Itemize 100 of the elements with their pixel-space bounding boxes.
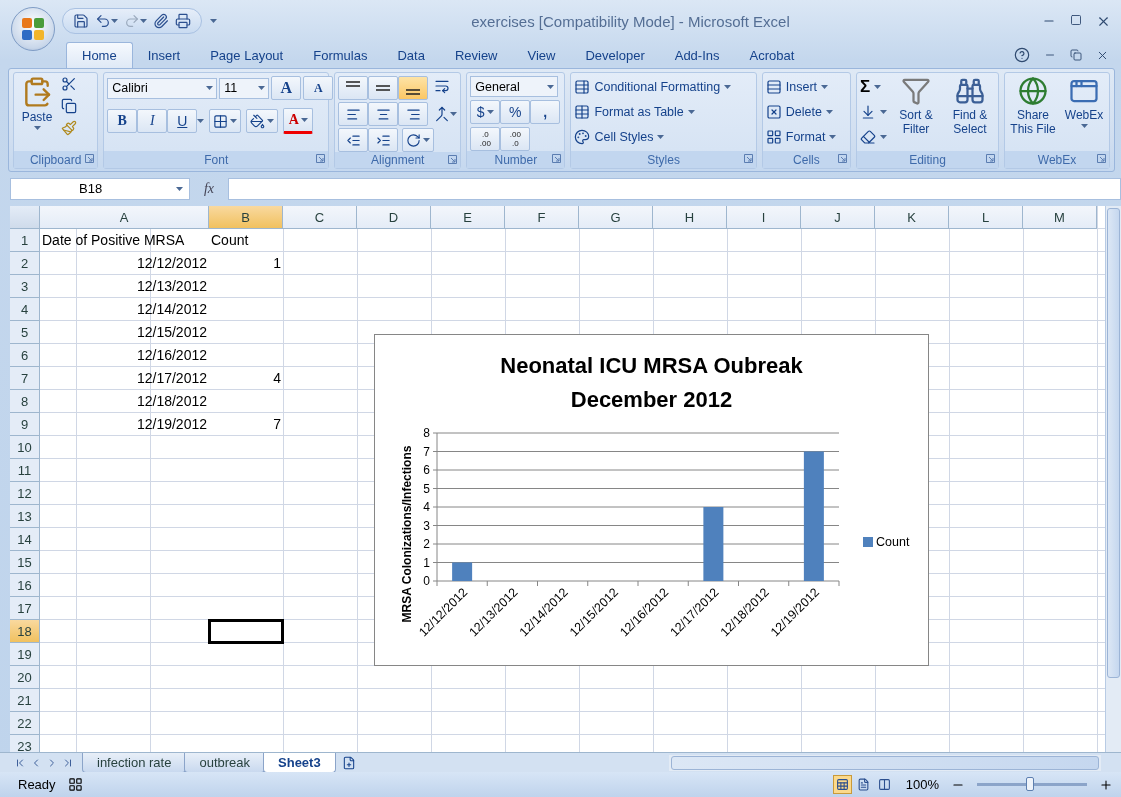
row-header[interactable]: 16 (10, 574, 40, 597)
zoom-level[interactable]: 100% (905, 777, 939, 792)
font-name-field[interactable]: Calibri (107, 77, 218, 99)
paperclip-icon[interactable] (153, 13, 169, 29)
ribbon-tab[interactable]: Page Layout (195, 43, 299, 68)
cells-button[interactable]: Format (765, 126, 837, 148)
row-header[interactable]: 23 (10, 735, 40, 752)
name-box[interactable]: B18 (10, 177, 190, 200)
decrease-indent-button[interactable] (338, 128, 369, 152)
column-header[interactable]: K (875, 206, 949, 229)
bold-button[interactable]: B (107, 109, 138, 133)
row-header[interactable]: 15 (10, 551, 40, 574)
last-sheet-icon[interactable] (62, 756, 74, 769)
comma-button[interactable]: , (530, 100, 561, 124)
cells-button[interactable]: Delete (765, 101, 837, 123)
vertical-align-button[interactable] (398, 76, 429, 100)
zoom-in-icon[interactable] (1099, 777, 1113, 792)
row-header[interactable]: 1 (10, 229, 40, 252)
italic-button[interactable]: I (137, 109, 168, 133)
merge-icon[interactable] (434, 106, 451, 122)
scroll-thumb[interactable] (1107, 208, 1120, 678)
undo-icon[interactable] (95, 13, 111, 29)
wrap-text-icon[interactable] (434, 78, 451, 94)
maximize-icon[interactable] (1070, 13, 1082, 26)
sheet-tab[interactable]: outbreak (184, 752, 266, 773)
sheet-tab[interactable]: Sheet3 (263, 752, 336, 773)
vertical-scrollbar[interactable] (1105, 206, 1121, 752)
row-header[interactable]: 11 (10, 459, 40, 482)
row-header[interactable]: 21 (10, 689, 40, 712)
ribbon-tab[interactable]: Insert (132, 43, 196, 68)
sort-filter-button[interactable]: Sort & Filter (891, 76, 941, 136)
row-header[interactable]: 7 (10, 367, 40, 390)
align-right-button[interactable] (398, 102, 429, 126)
styles-button[interactable]: Conditional Formatting (574, 76, 732, 98)
row-header[interactable]: 3 (10, 275, 40, 298)
row-header[interactable]: 19 (10, 643, 40, 666)
row-header[interactable]: 22 (10, 712, 40, 735)
ribbon-tab[interactable]: Review (439, 43, 513, 68)
fill-color-button[interactable] (246, 109, 279, 133)
dialog-launcher-icon[interactable] (85, 154, 95, 163)
ribbon-tab[interactable]: Formulas (298, 43, 383, 68)
printer-icon[interactable] (175, 13, 191, 29)
row-header[interactable]: 20 (10, 666, 40, 689)
number-format-field[interactable]: General (470, 76, 559, 97)
paste-button[interactable]: Paste (17, 76, 57, 130)
column-header[interactable]: E (431, 206, 505, 229)
insert-function-button[interactable]: fx (194, 180, 224, 197)
ribbon-tab[interactable]: Acrobat (734, 43, 810, 68)
vertical-align-button[interactable] (368, 76, 399, 100)
column-header[interactable]: J (801, 206, 875, 229)
percent-button[interactable]: % (500, 100, 531, 124)
ribbon-tab[interactable]: Home (66, 42, 133, 68)
sheet-tab[interactable]: infection rate (82, 752, 187, 773)
find-select-button[interactable]: Find & Select (945, 76, 995, 136)
ribbon-tab[interactable]: View (512, 43, 571, 68)
column-header[interactable]: A (40, 206, 209, 229)
column-header[interactable]: G (579, 206, 653, 229)
row-header[interactable]: 5 (10, 321, 40, 344)
first-sheet-icon[interactable] (14, 756, 26, 769)
row-header[interactable]: 6 (10, 344, 40, 367)
shrink-font-button[interactable]: A (303, 76, 334, 100)
row-header[interactable]: 9 (10, 413, 40, 436)
column-header[interactable]: D (357, 206, 431, 229)
zoom-slider-thumb[interactable] (1025, 777, 1034, 791)
column-header[interactable]: F (505, 206, 579, 229)
row-header[interactable]: 12 (10, 482, 40, 505)
styles-button[interactable]: Cell Styles (574, 126, 732, 148)
borders-button[interactable] (209, 109, 242, 133)
formula-input[interactable] (228, 177, 1121, 200)
decrease-decimal-button[interactable]: .00 .0 (500, 127, 531, 151)
currency-button[interactable]: $ (470, 100, 501, 124)
align-left-button[interactable] (338, 102, 369, 126)
font-color-button[interactable]: A (283, 108, 314, 134)
row-header[interactable]: 17 (10, 597, 40, 620)
copy-icon[interactable] (61, 98, 77, 114)
webex-button[interactable]: WebEx (1062, 76, 1106, 128)
row-header[interactable]: 4 (10, 298, 40, 321)
paintbrush-icon[interactable] (61, 120, 77, 136)
dialog-launcher-icon[interactable] (316, 154, 326, 163)
save-icon[interactable] (73, 13, 89, 29)
increase-indent-button[interactable] (368, 128, 399, 152)
orientation-button[interactable] (402, 128, 435, 152)
column-header[interactable]: I (727, 206, 801, 229)
ribbon-tab[interactable]: Developer (570, 43, 660, 68)
row-header[interactable]: 18 (10, 620, 40, 643)
row-header[interactable]: 8 (10, 390, 40, 413)
underline-button[interactable]: U (167, 109, 198, 133)
column-header[interactable]: L (949, 206, 1023, 229)
row-header[interactable]: 13 (10, 505, 40, 528)
dialog-launcher-icon[interactable] (552, 154, 562, 163)
cells-button[interactable]: Insert (765, 76, 837, 98)
view-button[interactable] (832, 775, 852, 794)
font-size-field[interactable]: 11 (219, 77, 270, 99)
column-header[interactable]: M (1023, 206, 1097, 229)
increase-decimal-button[interactable]: .0 .00 (470, 127, 501, 151)
office-button[interactable] (11, 7, 55, 51)
ribbon-tab[interactable]: Add-Ins (659, 43, 735, 68)
dialog-launcher-icon[interactable] (986, 154, 995, 163)
grow-font-button[interactable]: A (271, 76, 302, 100)
column-header[interactable]: B (209, 206, 283, 229)
